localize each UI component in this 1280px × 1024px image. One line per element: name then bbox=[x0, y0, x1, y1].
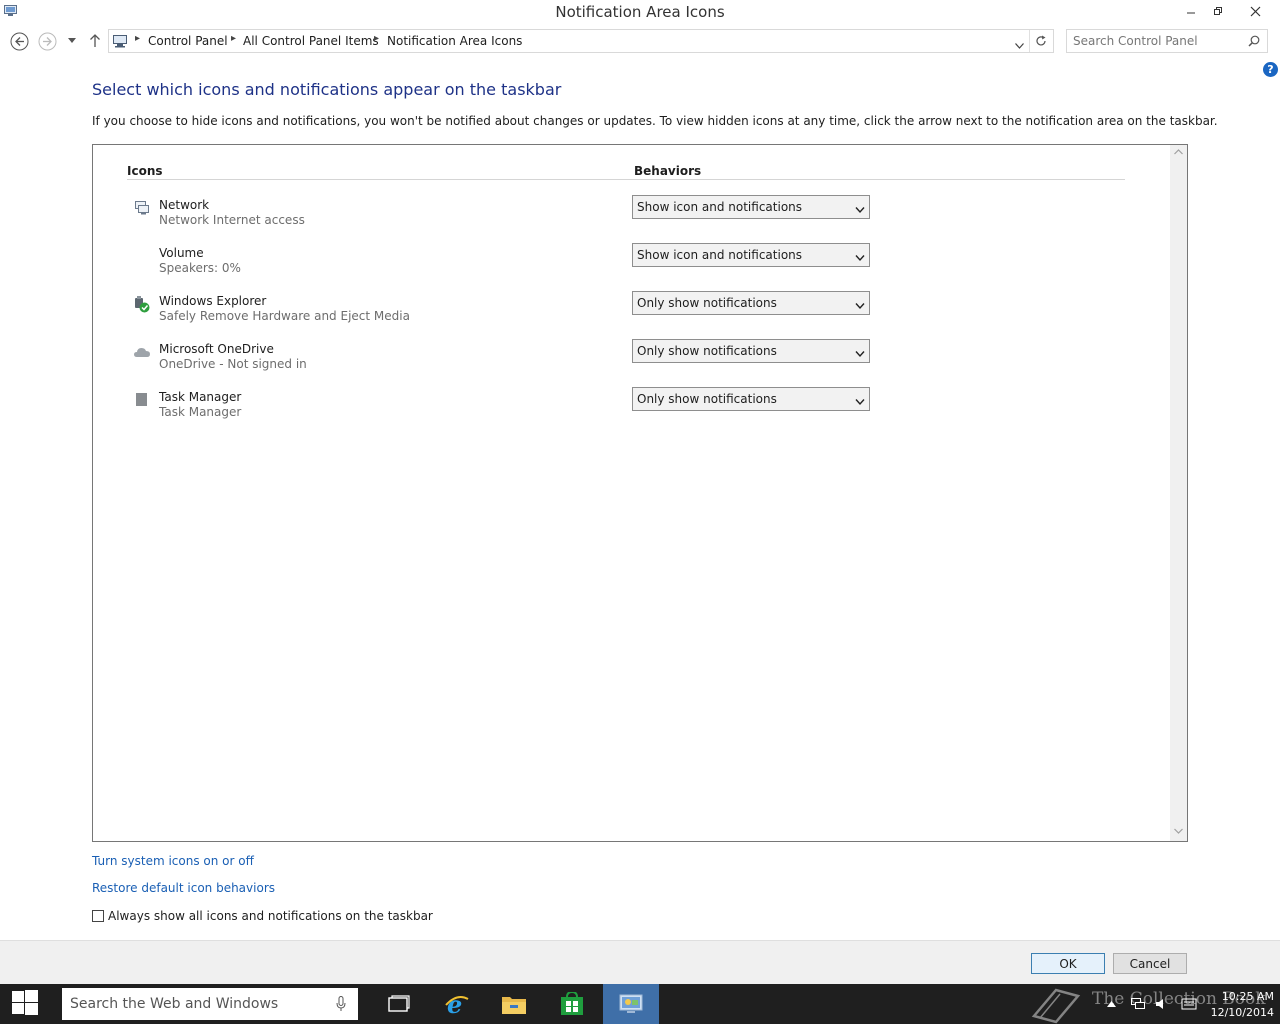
icons-behaviors-list: Icons Behaviors Network Network Internet… bbox=[92, 144, 1188, 842]
navigation-bar: ▸ Control Panel ▸ All Control Panel Item… bbox=[0, 27, 1280, 55]
control-panel-icon[interactable] bbox=[603, 984, 659, 1024]
row-title: Network bbox=[159, 198, 210, 212]
microphone-icon[interactable] bbox=[336, 996, 346, 1012]
minimize-button[interactable] bbox=[1176, 0, 1206, 22]
row-subtitle: Task Manager bbox=[159, 405, 242, 419]
onedrive-cloud-icon bbox=[133, 344, 151, 362]
page-description: If you choose to hide icons and notifica… bbox=[92, 114, 1218, 128]
internet-explorer-icon[interactable]: e bbox=[432, 984, 482, 1024]
breadcrumb-notification-area-icons[interactable]: Notification Area Icons bbox=[387, 34, 522, 48]
row-subtitle: OneDrive - Not signed in bbox=[159, 357, 307, 371]
list-item: Network Network Internet access Show ico… bbox=[127, 195, 887, 238]
refresh-icon[interactable] bbox=[1035, 35, 1047, 50]
icons-column-header: Icons bbox=[127, 164, 163, 178]
behavior-select[interactable]: Only show notifications bbox=[632, 291, 870, 315]
forward-button[interactable] bbox=[37, 31, 57, 51]
recent-locations-chevron-icon[interactable] bbox=[62, 31, 82, 51]
taskbar-clock[interactable]: 10:25 AM 12/10/2014 bbox=[1204, 989, 1274, 1021]
search-icon[interactable] bbox=[1248, 35, 1260, 50]
close-button[interactable] bbox=[1240, 0, 1270, 22]
book-watermark-icon bbox=[1030, 986, 1082, 1024]
header-divider bbox=[127, 179, 1125, 180]
store-icon[interactable] bbox=[547, 984, 597, 1024]
breadcrumb-separator-icon[interactable]: ▸ bbox=[374, 33, 379, 44]
behavior-select-value: Show icon and notifications bbox=[637, 248, 803, 262]
file-explorer-icon[interactable] bbox=[489, 984, 539, 1024]
show-hidden-icons-chevron-icon[interactable] bbox=[1104, 984, 1118, 1024]
taskbar: e The Collection Book 10:25 AM 12/10/201… bbox=[0, 984, 1280, 1024]
row-title: Microsoft OneDrive bbox=[159, 342, 274, 356]
list-item: Task Manager Task Manager Only show noti… bbox=[127, 387, 887, 430]
task-view-icon[interactable] bbox=[374, 984, 424, 1024]
behavior-select-value: Only show notifications bbox=[637, 344, 777, 358]
behavior-select-value: Only show notifications bbox=[637, 296, 777, 310]
cancel-button[interactable]: Cancel bbox=[1113, 953, 1187, 974]
row-subtitle: Safely Remove Hardware and Eject Media bbox=[159, 309, 410, 323]
task-manager-icon bbox=[133, 392, 151, 410]
chevron-down-icon bbox=[855, 395, 865, 406]
breadcrumb-all-control-panel-items[interactable]: All Control Panel Items bbox=[243, 34, 379, 48]
safely-remove-hardware-icon bbox=[133, 296, 151, 314]
row-title: Windows Explorer bbox=[159, 294, 267, 308]
start-button[interactable] bbox=[0, 984, 50, 1024]
behavior-select[interactable]: Only show notifications bbox=[632, 387, 870, 411]
row-subtitle: Network Internet access bbox=[159, 213, 305, 227]
title-bar: Notification Area Icons bbox=[0, 0, 1280, 24]
chevron-down-icon bbox=[855, 299, 865, 310]
breadcrumb-separator-icon[interactable]: ▸ bbox=[231, 33, 236, 44]
address-divider bbox=[1029, 30, 1030, 52]
list-item: Volume Speakers: 0% Show icon and notifi… bbox=[127, 243, 887, 286]
search-input[interactable] bbox=[1073, 33, 1243, 49]
taskbar-search-input[interactable] bbox=[70, 995, 320, 1013]
behavior-select[interactable]: Show icon and notifications bbox=[632, 195, 870, 219]
svg-text:e: e bbox=[447, 991, 462, 1017]
computer-icon bbox=[112, 34, 128, 51]
tray-network-icon[interactable] bbox=[1128, 984, 1148, 1024]
scroll-up-icon[interactable] bbox=[1173, 148, 1184, 159]
chevron-down-icon bbox=[855, 347, 865, 358]
windows-logo-icon bbox=[12, 989, 38, 1019]
behavior-select[interactable]: Only show notifications bbox=[632, 339, 870, 363]
up-arrow-icon[interactable] bbox=[85, 31, 105, 51]
taskbar-search-box[interactable] bbox=[62, 988, 358, 1020]
breadcrumb-control-panel[interactable]: Control Panel bbox=[148, 34, 228, 48]
address-bar[interactable]: ▸ Control Panel ▸ All Control Panel Item… bbox=[108, 29, 1054, 53]
behavior-select[interactable]: Show icon and notifications bbox=[632, 243, 870, 267]
back-button[interactable] bbox=[9, 31, 29, 51]
dialog-footer: OK Cancel bbox=[0, 940, 1280, 984]
behavior-select-value: Show icon and notifications bbox=[637, 200, 803, 214]
behaviors-column-header: Behaviors bbox=[634, 164, 702, 178]
address-dropdown-chevron-icon[interactable] bbox=[1015, 38, 1024, 52]
volume-icon bbox=[133, 248, 151, 266]
behavior-select-value: Only show notifications bbox=[637, 392, 777, 406]
turn-system-icons-link[interactable]: Turn system icons on or off bbox=[92, 854, 254, 868]
vertical-scrollbar[interactable] bbox=[1170, 145, 1187, 841]
scroll-down-icon[interactable] bbox=[1173, 827, 1184, 838]
always-show-label[interactable]: Always show all icons and notifications … bbox=[108, 909, 433, 923]
tray-volume-icon[interactable] bbox=[1152, 984, 1170, 1024]
tray-action-center-icon[interactable] bbox=[1178, 984, 1200, 1024]
window-title: Notification Area Icons bbox=[555, 3, 725, 21]
chevron-down-icon bbox=[855, 203, 865, 214]
ok-button[interactable]: OK bbox=[1031, 953, 1105, 974]
network-icon bbox=[133, 200, 151, 218]
list-item: Windows Explorer Safely Remove Hardware … bbox=[127, 291, 887, 334]
chevron-down-icon bbox=[855, 251, 865, 262]
page-heading: Select which icons and notifications app… bbox=[92, 80, 562, 99]
restore-button[interactable] bbox=[1203, 0, 1233, 22]
breadcrumb-separator-icon[interactable]: ▸ bbox=[135, 33, 140, 44]
list-item: Microsoft OneDrive OneDrive - Not signed… bbox=[127, 339, 887, 382]
always-show-checkbox[interactable] bbox=[92, 910, 104, 922]
clock-date: 12/10/2014 bbox=[1210, 1006, 1274, 1019]
help-icon[interactable]: ? bbox=[1263, 62, 1278, 77]
row-title: Volume bbox=[159, 246, 204, 260]
search-box[interactable] bbox=[1066, 29, 1268, 53]
row-title: Task Manager bbox=[159, 390, 242, 404]
restore-defaults-link[interactable]: Restore default icon behaviors bbox=[92, 881, 275, 895]
row-subtitle: Speakers: 0% bbox=[159, 261, 241, 275]
clock-time: 10:25 AM bbox=[1221, 990, 1274, 1003]
